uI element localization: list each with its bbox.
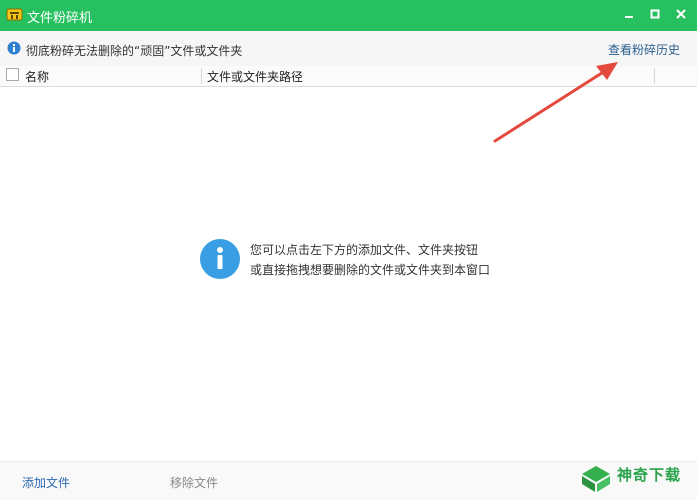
maximize-icon [650, 9, 660, 19]
column-header-name[interactable]: 名称 [25, 68, 49, 85]
close-button[interactable] [670, 4, 692, 24]
window-title: 文件粉碎机 [27, 11, 93, 26]
select-all-checkbox[interactable] [6, 68, 19, 81]
minimize-button[interactable] [618, 4, 640, 24]
file-list-area[interactable]: 您可以点击左下方的添加文件、文件夹按钮 或直接拖拽想要删除的文件或文件夹到本窗口 [0, 87, 697, 460]
view-history-link[interactable]: 查看粉碎历史 [608, 41, 680, 58]
empty-hint: 您可以点击左下方的添加文件、文件夹按钮 或直接拖拽想要删除的文件或文件夹到本窗口 [250, 240, 490, 280]
column-divider[interactable] [201, 68, 202, 84]
table-header: 名称 文件或文件夹路径 [0, 66, 697, 87]
minimize-icon [625, 16, 633, 18]
info-bar: 彻底粉碎无法删除的“顽固”文件或文件夹 查看粉碎历史 [0, 31, 697, 67]
column-header-path[interactable]: 文件或文件夹路径 [207, 68, 303, 85]
hint-line-1: 您可以点击左下方的添加文件、文件夹按钮 [250, 243, 479, 257]
watermark-logo-icon [582, 466, 610, 492]
info-message: 彻底粉碎无法删除的“顽固”文件或文件夹 [26, 44, 243, 58]
watermark: 神奇下载 [575, 462, 693, 496]
column-divider[interactable] [654, 68, 655, 84]
add-file-button[interactable]: 添加文件 [22, 474, 70, 491]
maximize-button[interactable] [644, 4, 666, 24]
hint-line-2: 或直接拖拽想要删除的文件或文件夹到本窗口 [250, 263, 491, 277]
watermark-text: 神奇下载 [617, 466, 682, 484]
remove-file-button[interactable]: 移除文件 [170, 474, 218, 491]
info-icon [200, 239, 240, 279]
title-bar: 文件粉碎机 [0, 0, 697, 31]
shredder-app-icon [6, 8, 23, 21]
close-icon [676, 9, 686, 19]
info-icon [7, 41, 21, 55]
